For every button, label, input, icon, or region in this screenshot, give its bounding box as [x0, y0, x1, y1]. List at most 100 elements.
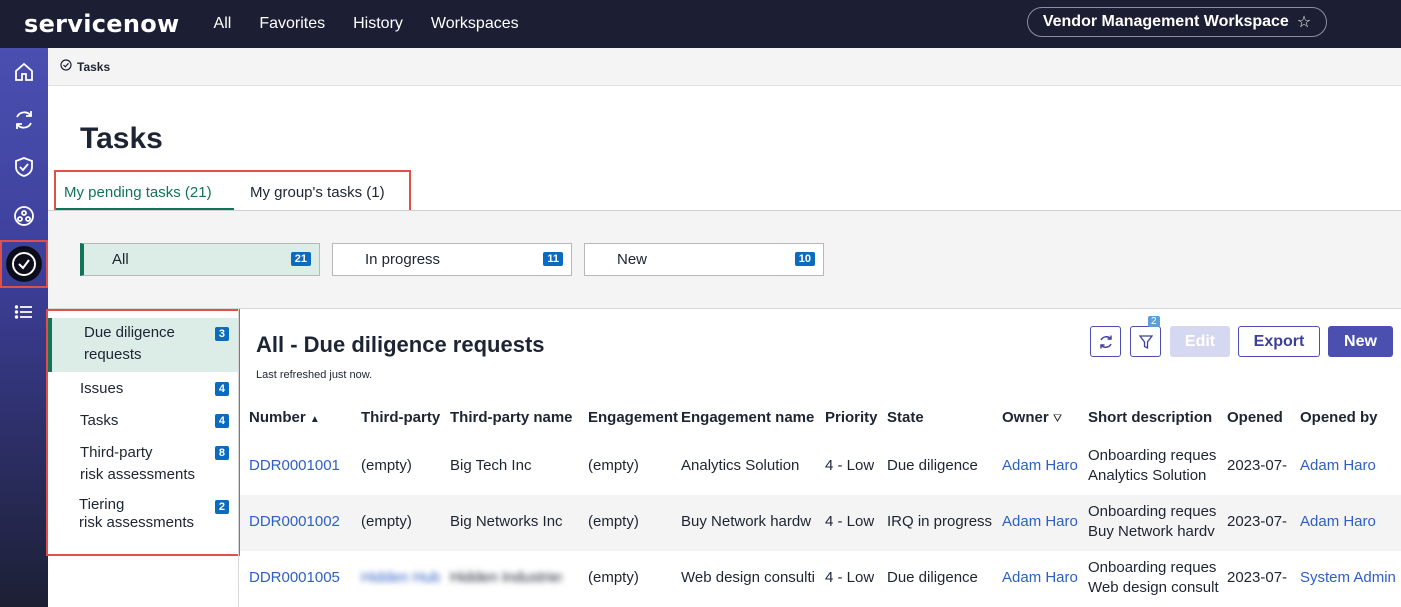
category-label: Tiering risk assessments	[79, 496, 195, 531]
category-label: Third-party risk assessments	[80, 444, 196, 483]
workspace-pill[interactable]: Vendor Management Workspace ☆	[1027, 7, 1327, 37]
home-icon[interactable]	[10, 58, 38, 86]
category-third-party-risk[interactable]: Third-party risk assessments 8	[48, 441, 238, 487]
nav-favorites[interactable]: Favorites	[245, 15, 339, 33]
filter-button[interactable]	[1130, 326, 1161, 357]
cell-third-party[interactable]: Hidden Hub	[361, 569, 440, 586]
cell-third-party-name: Hidden Industries	[450, 569, 562, 586]
filter-icon: ⛛	[1052, 413, 1063, 425]
column-header-engagement-name[interactable]: Engagement name	[681, 409, 814, 426]
cell-third-party-name: Big Networks Inc	[450, 513, 563, 530]
category-count: 4	[214, 382, 229, 396]
cell-engagement-name: Web design consulti	[681, 569, 815, 586]
column-header-third-party[interactable]: Third-party	[361, 409, 440, 426]
list-title: All - Due diligence requests	[256, 332, 545, 357]
chip-label: All	[112, 251, 129, 268]
column-header-number[interactable]: Number ▲	[249, 409, 320, 426]
cell-number[interactable]: DDR0001005	[249, 569, 340, 586]
chip-count: 10	[794, 252, 815, 266]
cell-third-party-name: Big Tech Inc	[450, 457, 532, 474]
category-tiering-risk[interactable]: Tiering risk assessments 2	[48, 495, 238, 541]
cell-engagement: (empty)	[588, 457, 639, 474]
column-header-third-party-name[interactable]: Third-party name	[450, 409, 573, 426]
cell-engagement-name: Buy Network hardw	[681, 513, 812, 530]
chip-in-progress[interactable]: In progress 11	[332, 243, 572, 276]
category-count: 8	[214, 446, 229, 460]
nav-history[interactable]: History	[339, 15, 417, 33]
chip-count: 11	[543, 252, 563, 266]
edit-button[interactable]: Edit	[1170, 326, 1230, 357]
cell-state: Due diligence	[887, 457, 978, 474]
shield-check-icon[interactable]	[10, 153, 38, 181]
cell-engagement: (empty)	[588, 569, 639, 586]
cell-third-party: (empty)	[361, 457, 412, 474]
category-due-diligence[interactable]: Due diligence requests 3	[48, 318, 238, 372]
cell-priority: 4 - Low	[825, 569, 875, 586]
cell-opened: 2023-07-	[1227, 569, 1288, 586]
nav-all[interactable]: All	[200, 15, 246, 33]
cell-number[interactable]: DDR0001002	[249, 513, 340, 530]
cell-opened: 2023-07-	[1227, 513, 1288, 530]
category-issues[interactable]: Issues 4	[48, 377, 238, 403]
cell-third-party: (empty)	[361, 513, 412, 530]
cell-opened-by[interactable]: Adam Haro	[1300, 513, 1401, 530]
refresh-icon[interactable]	[10, 106, 38, 134]
cell-short-description: Onboarding reques Web design consult	[1088, 559, 1219, 596]
category-count: 3	[214, 327, 229, 341]
cell-engagement: (empty)	[588, 513, 639, 530]
top-navigation-bar: servicenow All Favorites History Workspa…	[0, 0, 1401, 48]
cell-priority: 4 - Low	[825, 513, 875, 530]
category-tasks[interactable]: Tasks 4	[48, 409, 238, 435]
cell-priority: 4 - Low	[825, 457, 875, 474]
breadcrumb-tasks[interactable]: Tasks	[77, 60, 110, 74]
cell-state: Due diligence	[887, 569, 978, 586]
star-icon[interactable]: ☆	[1297, 12, 1311, 32]
page-title: Tasks	[80, 122, 163, 155]
tab-my-pending-tasks[interactable]: My pending tasks (21)	[64, 184, 212, 201]
new-button[interactable]: New	[1328, 326, 1393, 357]
category-count: 2	[214, 500, 229, 514]
cell-short-description: Onboarding reques Buy Network hardv	[1088, 503, 1217, 540]
cell-number[interactable]: DDR0001001	[249, 457, 340, 474]
column-header-state[interactable]: State	[887, 409, 924, 426]
column-header-priority[interactable]: Priority	[825, 409, 878, 426]
funnel-icon	[1138, 334, 1153, 349]
workspace-name: Vendor Management Workspace	[1042, 13, 1289, 30]
tab-my-groups-tasks[interactable]: My group's tasks (1)	[250, 184, 385, 201]
panel-divider	[238, 309, 239, 607]
check-circle-icon	[6, 246, 42, 282]
cell-owner[interactable]: Adam Haro	[1002, 513, 1078, 530]
cell-owner[interactable]: Adam Haro	[1002, 569, 1078, 586]
refresh-icon	[1099, 335, 1112, 348]
column-header-short-description[interactable]: Short description	[1088, 409, 1212, 426]
breadcrumb: Tasks	[48, 48, 1401, 86]
nav-workspaces[interactable]: Workspaces	[417, 15, 533, 33]
chip-new[interactable]: New 10	[584, 243, 824, 276]
chip-label: New	[617, 251, 648, 268]
cell-opened: 2023-07-	[1227, 457, 1288, 474]
network-icon[interactable]	[10, 202, 38, 230]
cell-opened-by[interactable]: System Admin	[1300, 569, 1401, 586]
column-header-opened-by[interactable]: Opened by	[1300, 409, 1378, 426]
cell-opened-by[interactable]: Adam Haro	[1300, 457, 1401, 474]
refresh-button[interactable]	[1090, 326, 1121, 357]
servicenow-logo[interactable]: servicenow	[24, 10, 180, 38]
filter-count-badge: 2	[1148, 316, 1160, 327]
chip-count: 21	[290, 252, 311, 266]
category-label: Issues	[80, 380, 124, 397]
list-icon[interactable]	[10, 298, 38, 326]
category-count: 4	[214, 414, 229, 428]
cell-short-description: Onboarding reques Analytics Solution	[1088, 447, 1217, 484]
last-refreshed: Last refreshed just now.	[256, 369, 373, 381]
sort-ascending-icon: ▲	[309, 414, 320, 425]
cell-engagement-name: Analytics Solution	[681, 457, 800, 474]
column-header-engagement[interactable]: Engagement	[588, 409, 678, 426]
column-header-owner[interactable]: Owner ⛛	[1002, 409, 1062, 426]
chip-label: In progress	[365, 251, 441, 268]
tasks-rail-button[interactable]	[0, 240, 48, 288]
top-nav-menu: All Favorites History Workspaces	[200, 15, 533, 33]
column-header-opened[interactable]: Opened	[1227, 409, 1283, 426]
chip-all[interactable]: All 21	[80, 243, 320, 276]
export-button[interactable]: Export	[1238, 326, 1320, 357]
cell-owner[interactable]: Adam Haro	[1002, 457, 1078, 474]
